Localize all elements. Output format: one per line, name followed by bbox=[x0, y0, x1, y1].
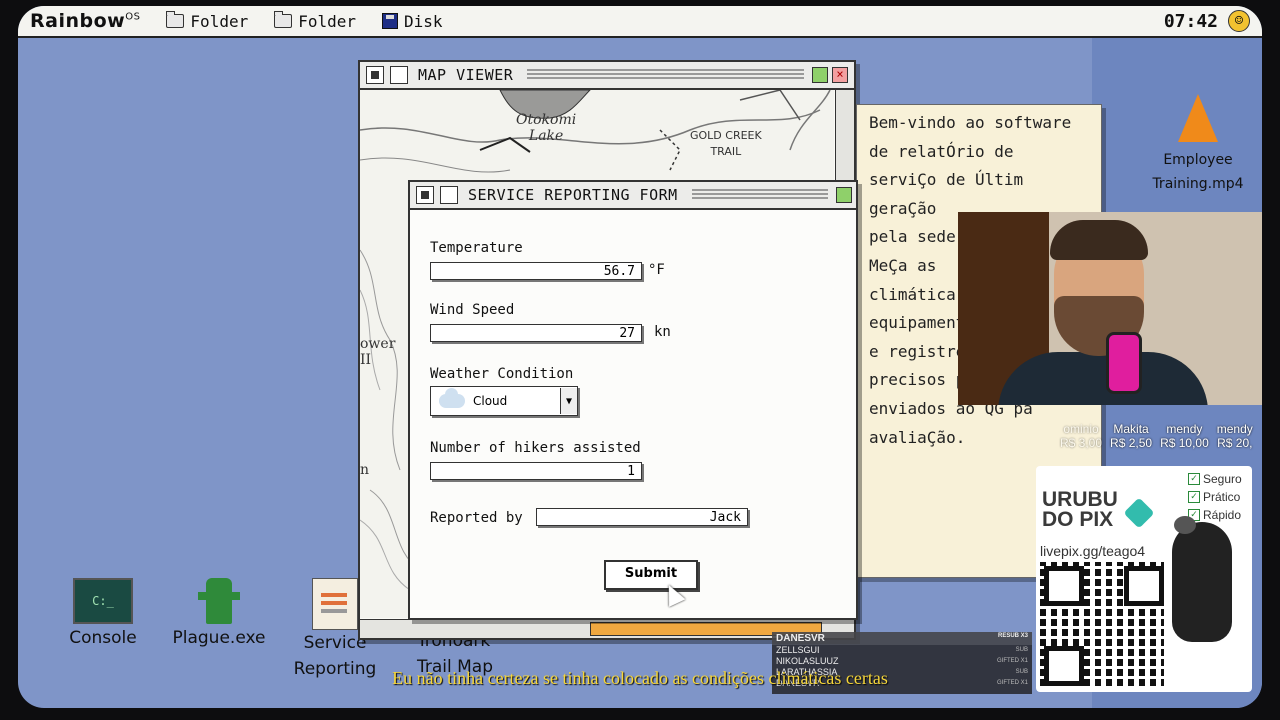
donor-item: Makita R$ 2,50 bbox=[1110, 422, 1153, 450]
disk-icon bbox=[382, 13, 399, 29]
chat-row: ZELLSGUI SUB bbox=[776, 645, 1028, 655]
chat-header: DANESVR RESUB X3 bbox=[772, 632, 1032, 645]
temperature-unit: °F bbox=[648, 262, 665, 278]
vulture-image bbox=[1172, 522, 1232, 642]
microphone-icon bbox=[1106, 332, 1142, 394]
video-subtitle: Eu não tinha certeza se tinha colocado a… bbox=[392, 668, 888, 688]
minimize-button[interactable] bbox=[836, 187, 852, 203]
weather-condition-label: Weather Condition bbox=[430, 366, 574, 382]
document-icon bbox=[312, 578, 358, 630]
form-title: SERVICE REPORTING FORM bbox=[468, 186, 684, 204]
folder-icon bbox=[274, 11, 293, 28]
check-icon: ✓ bbox=[1188, 473, 1200, 485]
clock: 07:42 bbox=[1163, 10, 1218, 32]
menu-disk[interactable]: Disk bbox=[382, 12, 443, 31]
pix-icon bbox=[1123, 497, 1155, 529]
temperature-label: Temperature bbox=[430, 240, 523, 256]
wind-speed-input[interactable]: 27 bbox=[430, 324, 642, 342]
donor-item: mendy R$ 20, bbox=[1216, 422, 1253, 450]
feature-checks: ✓ Seguro ✓ Prático ✓ Rápido bbox=[1188, 470, 1242, 524]
desktop-icon-plague[interactable]: Plague.exe bbox=[164, 578, 274, 648]
check-icon: ✓ bbox=[1188, 491, 1200, 503]
urubu-title: URUBU DO PIX bbox=[1042, 488, 1118, 531]
form-body: Temperature 56.7 °F Wind Speed 27 kn Wea… bbox=[410, 210, 856, 618]
webcam-person-body bbox=[998, 352, 1208, 405]
qr-corner bbox=[1044, 566, 1084, 606]
map-label-lake: Otokomi Lake bbox=[516, 112, 577, 144]
reported-by-label: Reported by bbox=[430, 510, 523, 526]
hikers-label: Number of hikers assisted bbox=[430, 440, 641, 456]
donor-item: ominio R$ 3,00 bbox=[1060, 422, 1103, 450]
titlebar-stripes bbox=[691, 189, 828, 201]
folder-icon bbox=[166, 11, 185, 28]
titlebar-stripes bbox=[527, 69, 804, 81]
minimize-button[interactable] bbox=[812, 67, 828, 83]
chevron-down-icon[interactable]: ▼ bbox=[560, 388, 577, 414]
close-button[interactable]: × bbox=[832, 67, 848, 83]
livepix-panel: URUBU DO PIX ✓ Seguro ✓ Prático ✓ Rápido liv… bbox=[1036, 466, 1252, 692]
service-reporting-form-window: SERVICE REPORTING FORM Temperature 56.7 … bbox=[408, 180, 858, 620]
menu-folder-2[interactable]: Folder bbox=[274, 11, 356, 31]
temperature-input[interactable]: 56.7 bbox=[430, 262, 642, 280]
map-viewer-titlebar[interactable]: MAP VIEWER × bbox=[360, 62, 854, 90]
map-label-tower: ower II bbox=[360, 336, 396, 368]
webcam-overlay bbox=[958, 212, 1262, 405]
traffic-cone-icon bbox=[1178, 94, 1218, 142]
form-titlebar[interactable]: SERVICE REPORTING FORM bbox=[410, 182, 856, 210]
console-icon: C:_ bbox=[73, 578, 133, 624]
qr-corner bbox=[1124, 566, 1164, 606]
os-logo[interactable]: RainbowOS bbox=[30, 10, 140, 32]
chat-row: NIKOLASLUUZ GIFTED X1 bbox=[776, 656, 1028, 666]
livepix-url: livepix.gg/teago4 bbox=[1040, 543, 1146, 559]
window-collapse-button[interactable] bbox=[440, 186, 458, 204]
map-label-n: n bbox=[360, 462, 370, 478]
map-viewer-title: MAP VIEWER bbox=[418, 66, 520, 84]
vulture-head bbox=[1174, 516, 1196, 534]
map-label-trail: GOLD CREEK TRAIL bbox=[690, 129, 762, 158]
cloud-icon bbox=[439, 388, 465, 408]
window-collapse-button[interactable] bbox=[390, 66, 408, 84]
window-menu-button[interactable] bbox=[366, 66, 384, 84]
submit-button[interactable]: Submit bbox=[604, 560, 698, 590]
desktop-icon-employee-training[interactable]: Employee Training.mp4 bbox=[1138, 94, 1258, 196]
donation-ticker: ominio R$ 3,00 Makita R$ 2,50 mendy R$ 10,0… bbox=[1060, 422, 1253, 450]
wind-speed-label: Wind Speed bbox=[430, 302, 515, 318]
hydrant-icon bbox=[198, 578, 240, 624]
weather-condition-select[interactable]: Cloud ▼ bbox=[430, 386, 578, 416]
reported-by-input[interactable]: Jack bbox=[536, 508, 748, 526]
menu-folder-1[interactable]: Folder bbox=[166, 11, 248, 31]
wind-speed-unit: kn bbox=[654, 324, 671, 340]
window-menu-button[interactable] bbox=[416, 186, 434, 204]
webcam-person-hair bbox=[1050, 220, 1148, 260]
desktop-icon-console[interactable]: C:_ Console bbox=[48, 578, 158, 648]
donor-item: mendy R$ 10,00 bbox=[1160, 422, 1209, 450]
menu-bar: RainbowOS Folder Folder Disk 07:42 ☺ bbox=[18, 6, 1262, 38]
smiley-icon[interactable]: ☺ bbox=[1228, 10, 1250, 32]
hikers-input[interactable]: 1 bbox=[430, 462, 642, 480]
